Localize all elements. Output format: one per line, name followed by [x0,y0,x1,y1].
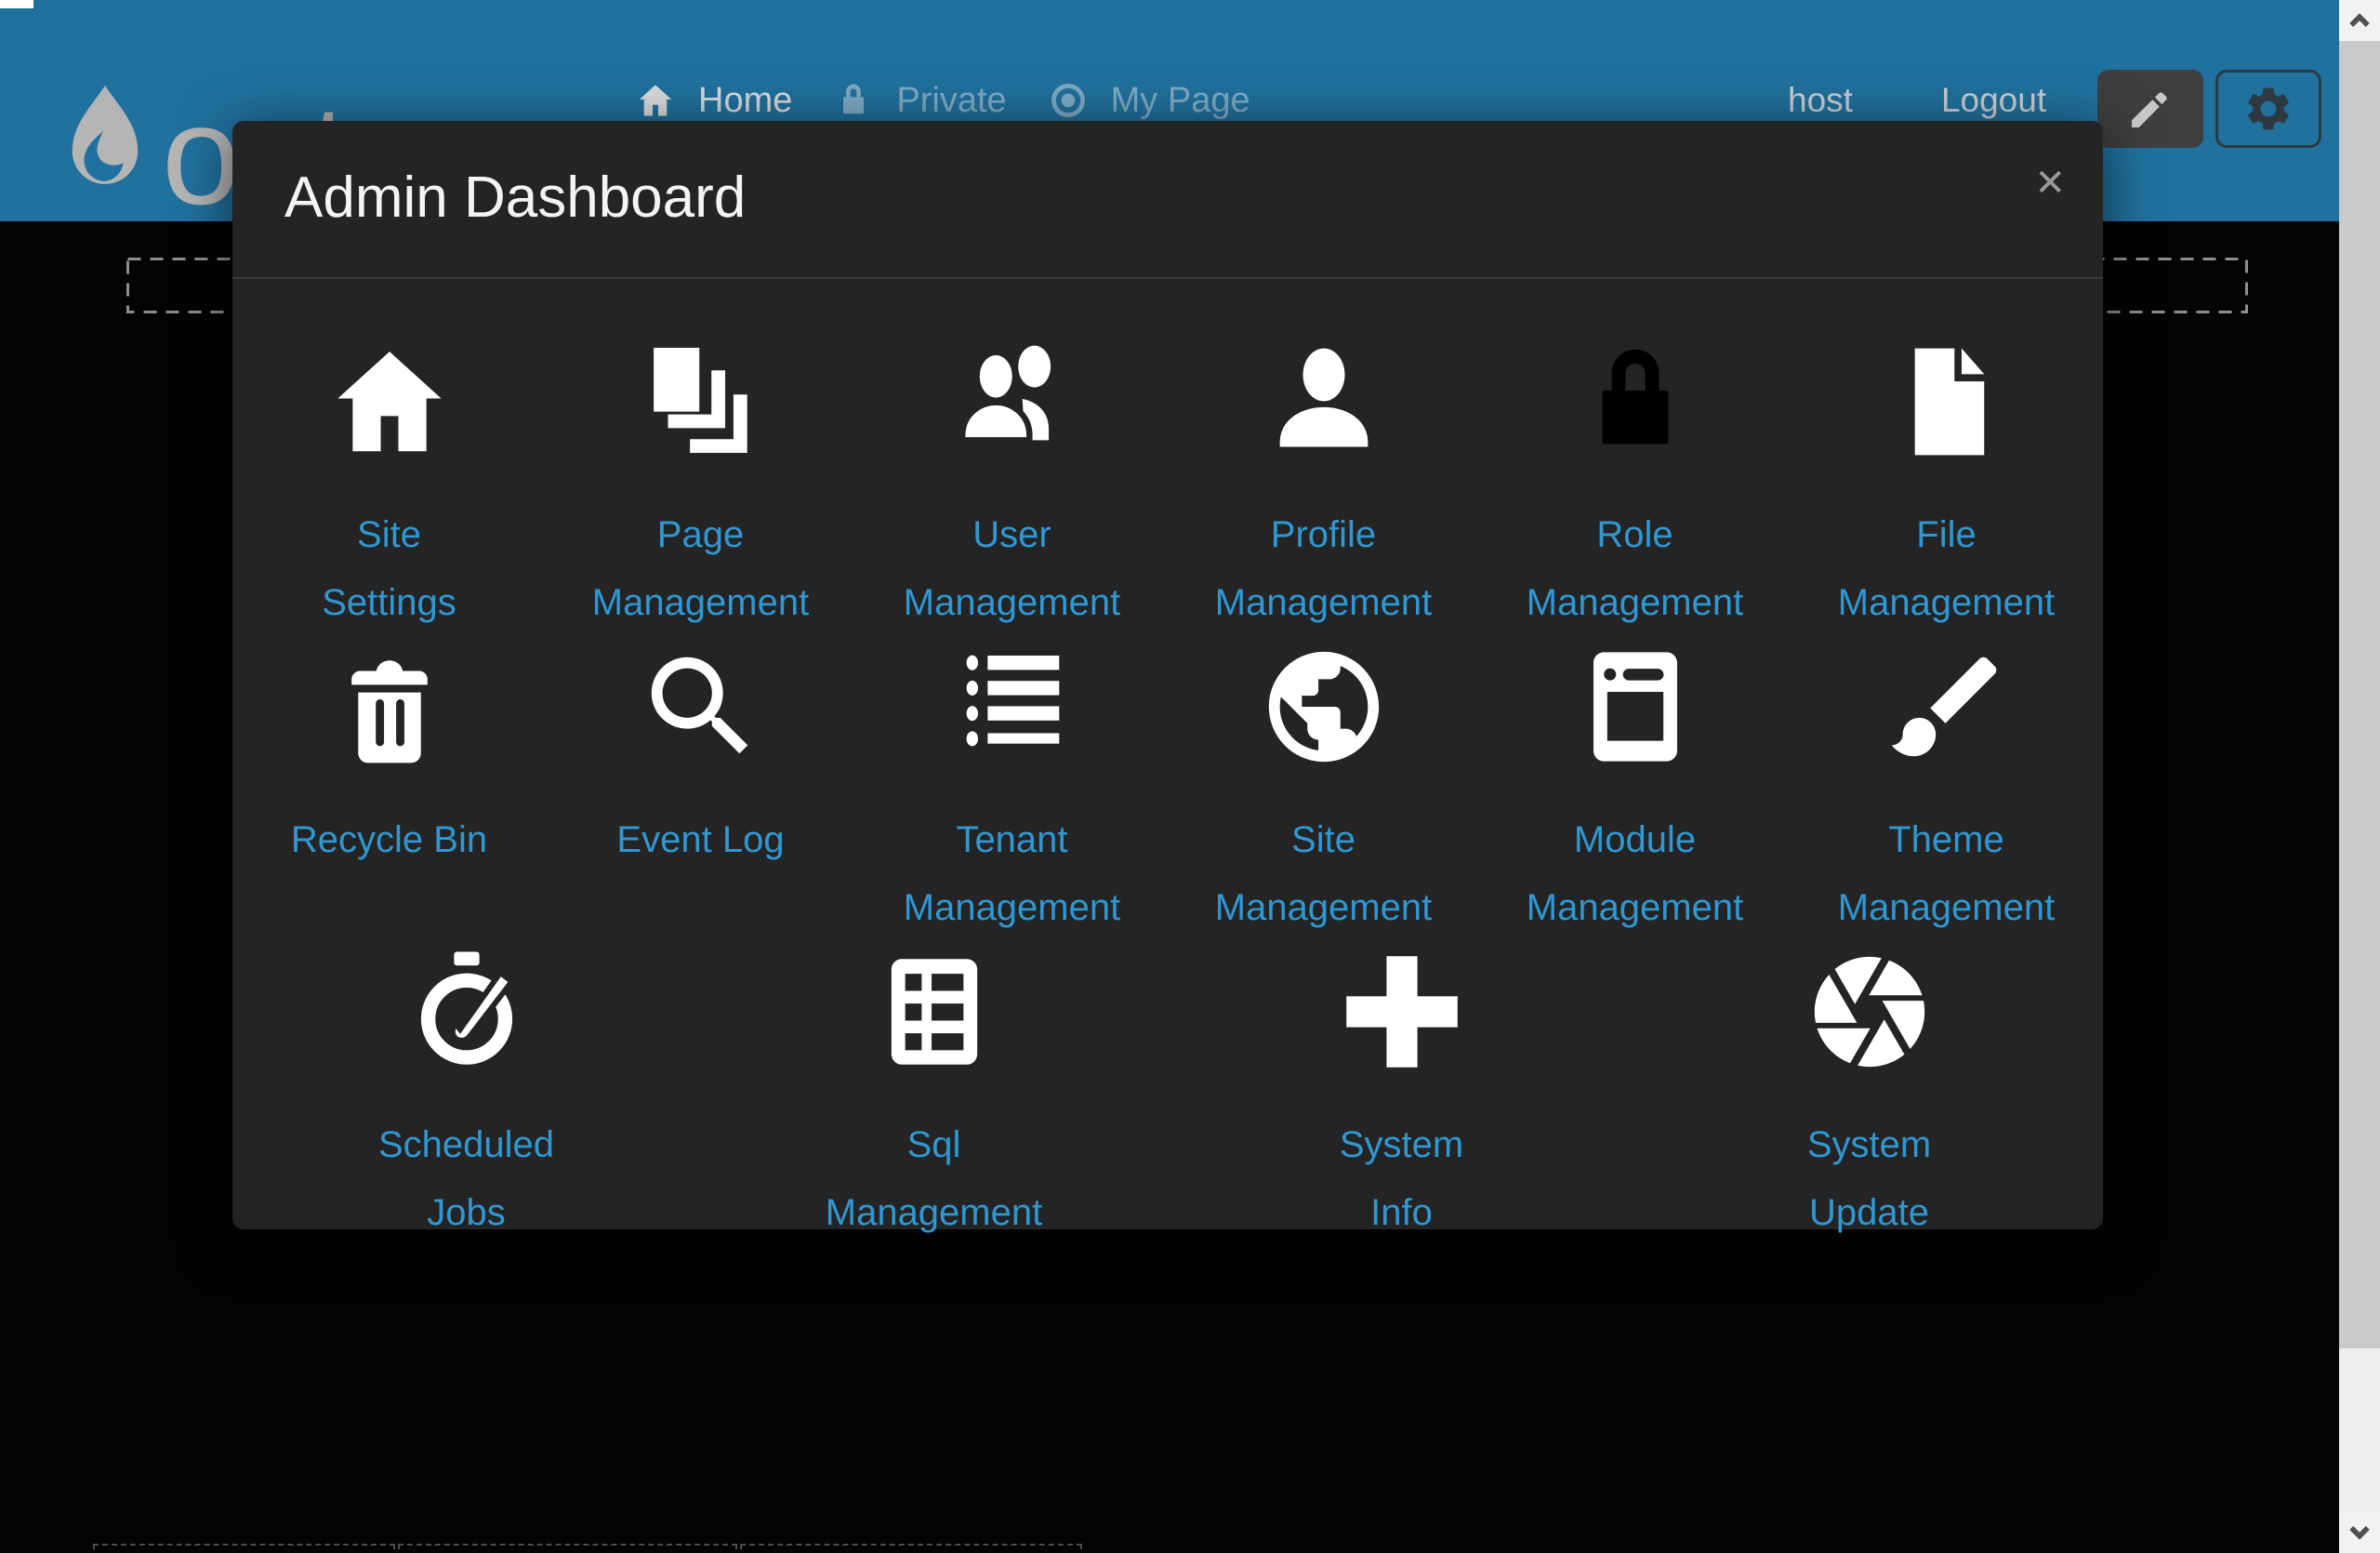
tile-module-management[interactable]: Module Management [1479,637,1791,942]
close-icon[interactable]: ✕ [2034,162,2066,205]
timer-icon [401,946,533,1078]
tile-label: Profile Management [1215,501,1432,637]
user-link[interactable]: host [1788,81,1853,120]
tile-profile-management[interactable]: Profile Management [1168,332,1479,637]
tile-event-log[interactable]: Event Log [545,637,856,942]
tile-system-info[interactable]: System Info [1168,942,1635,1247]
tile-label: File Management [1838,501,2055,637]
screen: oqtane Home Private My Page host Logout [0,0,2380,1553]
scroll-up-button[interactable] [2339,0,2380,41]
edit-mode-button[interactable] [2097,70,2203,148]
tile-recycle-bin[interactable]: Recycle Bin [233,637,545,942]
clipped-text: 4555 X 155X0X [104,1548,273,1553]
tile-site-settings[interactable]: Site Settings [233,332,545,637]
scroll-down-button[interactable] [2339,1512,2380,1553]
nav-item-home[interactable]: Home [635,80,792,121]
tile-label: Sql Management [826,1111,1042,1247]
chevron-down-icon [2346,1519,2373,1546]
tile-label: Recycle Bin [291,806,487,874]
window-artifact [0,0,33,8]
tile-label: System Update [1807,1111,1931,1247]
tile-system-update[interactable]: System Update [1635,942,2103,1247]
plus-icon [1336,946,1468,1078]
tile-role-management[interactable]: Role Management [1479,332,1791,637]
tile-label: Site Management [1215,806,1432,942]
admin-dashboard-modal: Admin Dashboard ✕ Site Settings Page Man… [232,121,2103,1229]
tiles-row-2: Recycle Bin Event Log Tenant Management … [232,637,2103,942]
tile-theme-management[interactable]: Theme Management [1791,637,2102,942]
list-icon [946,641,1078,773]
trash-icon [324,641,456,773]
tile-label: Event Log [616,806,784,874]
scrollbar-thumb[interactable] [2339,41,2380,1348]
tile-label: System Info [1340,1111,1463,1247]
sqltable-icon [868,946,1000,1078]
clipped-text: 5150 451 00X [409,1548,560,1553]
tile-page-management[interactable]: Page Management [545,332,856,637]
tile-tenant-management[interactable]: Tenant Management [856,637,1168,942]
tile-label: Tenant Management [904,806,1120,942]
pencil-icon [2124,83,2176,135]
house-icon [635,80,676,121]
vertical-scrollbar[interactable] [2339,0,2380,1553]
module-icon [1569,641,1701,773]
target-icon [1048,80,1089,121]
bottom-placeholder-box [740,1544,1082,1553]
tile-label: Module Management [1527,806,1743,942]
tiles-row-3: Scheduled Jobs Sql Management System Inf… [232,942,2103,1247]
modal-title: Admin Dashboard [284,167,2051,229]
oqtane-drop-icon [61,60,149,214]
logout-link[interactable]: Logout [1941,81,2046,120]
settings-button[interactable] [2215,70,2321,148]
tile-label: Theme Management [1838,806,2055,942]
aperture-icon [1804,946,1936,1078]
pages-icon [635,336,767,468]
tile-label: Role Management [1527,501,1743,637]
chevron-up-icon [2346,7,2373,34]
nav-item-private[interactable]: Private [833,80,1006,121]
gear-icon [2242,83,2294,135]
home-icon [324,336,456,468]
bottom-clipped-strip: 4555 X 155X0X 5150 451 00X [0,1544,2380,1553]
bottom-placeholder-box: 4555 X 155X0X [93,1544,395,1553]
nav-item-my-page[interactable]: My Page [1048,80,1250,121]
bottom-placeholder-box: 5150 451 00X [398,1544,737,1553]
tile-label: User Management [904,501,1120,637]
tile-sql-management[interactable]: Sql Management [700,942,1168,1247]
file-icon [1881,336,2013,468]
globe-icon [1258,641,1390,773]
people-icon [946,336,1078,468]
tile-file-management[interactable]: File Management [1791,332,2102,637]
tile-label: Site Settings [322,501,456,637]
nav-item-label: My Page [1111,81,1250,121]
modal-body: Site Settings Page Management User Manag… [232,279,2103,1247]
search-icon [635,641,767,773]
tile-label: Scheduled Jobs [378,1111,554,1247]
brush-icon [1881,641,2013,773]
person-icon [1258,336,1390,468]
nav-item-label: Home [698,81,792,121]
modal-header: Admin Dashboard ✕ [232,121,2103,279]
tile-user-management[interactable]: User Management [856,332,1168,637]
tile-scheduled-jobs[interactable]: Scheduled Jobs [232,942,700,1247]
lock-icon [1569,336,1701,468]
tiles-row-1: Site Settings Page Management User Manag… [232,332,2103,637]
nav-item-label: Private [896,81,1006,121]
brand-logo[interactable]: oqtane [61,60,149,214]
tile-label: Page Management [592,501,809,637]
tile-site-management[interactable]: Site Management [1168,637,1479,942]
lock-icon [833,80,874,121]
